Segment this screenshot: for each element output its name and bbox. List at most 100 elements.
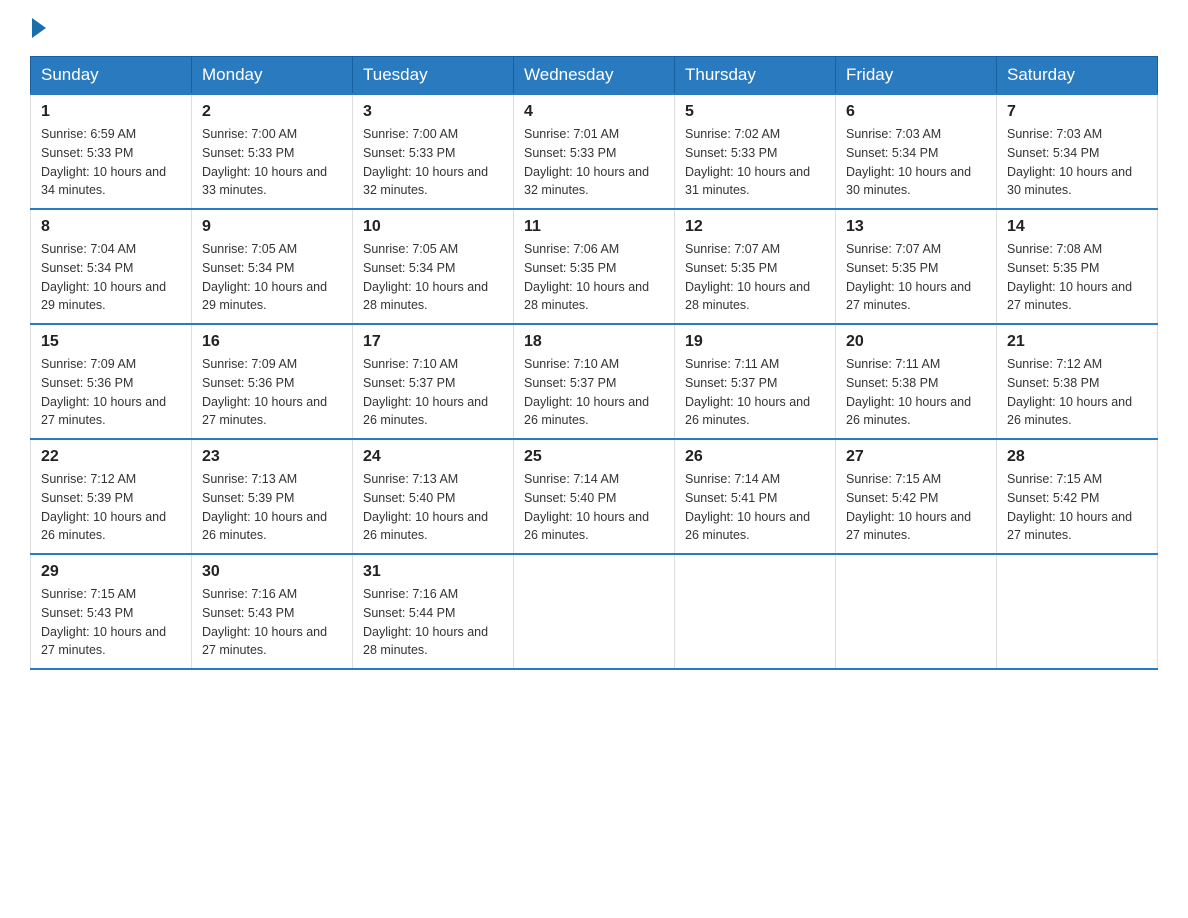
day-info: Sunrise: 7:03 AM Sunset: 5:34 PM Dayligh… (846, 125, 986, 200)
calendar-week-row: 1 Sunrise: 6:59 AM Sunset: 5:33 PM Dayli… (31, 94, 1158, 209)
day-number: 17 (363, 333, 503, 351)
calendar-day-cell: 27 Sunrise: 7:15 AM Sunset: 5:42 PM Dayl… (836, 439, 997, 554)
calendar-day-cell: 2 Sunrise: 7:00 AM Sunset: 5:33 PM Dayli… (192, 94, 353, 209)
calendar-day-cell: 12 Sunrise: 7:07 AM Sunset: 5:35 PM Dayl… (675, 209, 836, 324)
day-number: 23 (202, 448, 342, 466)
logo-triangle-icon (32, 18, 46, 38)
day-number: 3 (363, 103, 503, 121)
day-info: Sunrise: 7:05 AM Sunset: 5:34 PM Dayligh… (363, 240, 503, 315)
day-info: Sunrise: 7:01 AM Sunset: 5:33 PM Dayligh… (524, 125, 664, 200)
calendar-day-cell (836, 554, 997, 669)
calendar-day-cell: 11 Sunrise: 7:06 AM Sunset: 5:35 PM Dayl… (514, 209, 675, 324)
day-number: 6 (846, 103, 986, 121)
day-number: 29 (41, 563, 181, 581)
day-info: Sunrise: 7:15 AM Sunset: 5:42 PM Dayligh… (1007, 470, 1147, 545)
day-of-week-header: Tuesday (353, 57, 514, 95)
calendar-day-cell: 21 Sunrise: 7:12 AM Sunset: 5:38 PM Dayl… (997, 324, 1158, 439)
calendar-day-cell: 3 Sunrise: 7:00 AM Sunset: 5:33 PM Dayli… (353, 94, 514, 209)
day-number: 31 (363, 563, 503, 581)
day-of-week-header: Thursday (675, 57, 836, 95)
calendar-day-cell: 16 Sunrise: 7:09 AM Sunset: 5:36 PM Dayl… (192, 324, 353, 439)
calendar-day-cell: 13 Sunrise: 7:07 AM Sunset: 5:35 PM Dayl… (836, 209, 997, 324)
day-number: 22 (41, 448, 181, 466)
day-number: 27 (846, 448, 986, 466)
day-info: Sunrise: 7:11 AM Sunset: 5:38 PM Dayligh… (846, 355, 986, 430)
calendar-day-cell: 5 Sunrise: 7:02 AM Sunset: 5:33 PM Dayli… (675, 94, 836, 209)
day-number: 21 (1007, 333, 1147, 351)
calendar-day-cell: 30 Sunrise: 7:16 AM Sunset: 5:43 PM Dayl… (192, 554, 353, 669)
day-info: Sunrise: 7:03 AM Sunset: 5:34 PM Dayligh… (1007, 125, 1147, 200)
calendar-day-cell (675, 554, 836, 669)
calendar-day-cell: 7 Sunrise: 7:03 AM Sunset: 5:34 PM Dayli… (997, 94, 1158, 209)
day-number: 14 (1007, 218, 1147, 236)
day-number: 8 (41, 218, 181, 236)
day-info: Sunrise: 7:04 AM Sunset: 5:34 PM Dayligh… (41, 240, 181, 315)
day-info: Sunrise: 7:13 AM Sunset: 5:39 PM Dayligh… (202, 470, 342, 545)
calendar-day-cell: 18 Sunrise: 7:10 AM Sunset: 5:37 PM Dayl… (514, 324, 675, 439)
day-info: Sunrise: 7:16 AM Sunset: 5:43 PM Dayligh… (202, 585, 342, 660)
day-info: Sunrise: 7:00 AM Sunset: 5:33 PM Dayligh… (202, 125, 342, 200)
day-info: Sunrise: 7:06 AM Sunset: 5:35 PM Dayligh… (524, 240, 664, 315)
calendar-week-row: 8 Sunrise: 7:04 AM Sunset: 5:34 PM Dayli… (31, 209, 1158, 324)
day-info: Sunrise: 7:09 AM Sunset: 5:36 PM Dayligh… (41, 355, 181, 430)
day-info: Sunrise: 6:59 AM Sunset: 5:33 PM Dayligh… (41, 125, 181, 200)
day-number: 16 (202, 333, 342, 351)
calendar-day-cell: 24 Sunrise: 7:13 AM Sunset: 5:40 PM Dayl… (353, 439, 514, 554)
day-info: Sunrise: 7:15 AM Sunset: 5:43 PM Dayligh… (41, 585, 181, 660)
day-number: 12 (685, 218, 825, 236)
day-number: 5 (685, 103, 825, 121)
day-info: Sunrise: 7:09 AM Sunset: 5:36 PM Dayligh… (202, 355, 342, 430)
day-of-week-header: Friday (836, 57, 997, 95)
calendar-day-cell: 25 Sunrise: 7:14 AM Sunset: 5:40 PM Dayl… (514, 439, 675, 554)
calendar-table: SundayMondayTuesdayWednesdayThursdayFrid… (30, 56, 1158, 670)
day-info: Sunrise: 7:15 AM Sunset: 5:42 PM Dayligh… (846, 470, 986, 545)
day-info: Sunrise: 7:05 AM Sunset: 5:34 PM Dayligh… (202, 240, 342, 315)
day-of-week-header: Wednesday (514, 57, 675, 95)
day-number: 28 (1007, 448, 1147, 466)
day-info: Sunrise: 7:11 AM Sunset: 5:37 PM Dayligh… (685, 355, 825, 430)
day-number: 4 (524, 103, 664, 121)
day-info: Sunrise: 7:13 AM Sunset: 5:40 PM Dayligh… (363, 470, 503, 545)
day-number: 11 (524, 218, 664, 236)
calendar-day-cell: 29 Sunrise: 7:15 AM Sunset: 5:43 PM Dayl… (31, 554, 192, 669)
day-info: Sunrise: 7:14 AM Sunset: 5:40 PM Dayligh… (524, 470, 664, 545)
day-number: 7 (1007, 103, 1147, 121)
day-number: 24 (363, 448, 503, 466)
calendar-day-cell: 22 Sunrise: 7:12 AM Sunset: 5:39 PM Dayl… (31, 439, 192, 554)
calendar-day-cell: 4 Sunrise: 7:01 AM Sunset: 5:33 PM Dayli… (514, 94, 675, 209)
day-info: Sunrise: 7:12 AM Sunset: 5:38 PM Dayligh… (1007, 355, 1147, 430)
day-number: 25 (524, 448, 664, 466)
day-number: 18 (524, 333, 664, 351)
day-number: 2 (202, 103, 342, 121)
calendar-day-cell: 20 Sunrise: 7:11 AM Sunset: 5:38 PM Dayl… (836, 324, 997, 439)
day-info: Sunrise: 7:12 AM Sunset: 5:39 PM Dayligh… (41, 470, 181, 545)
day-info: Sunrise: 7:02 AM Sunset: 5:33 PM Dayligh… (685, 125, 825, 200)
day-number: 20 (846, 333, 986, 351)
day-info: Sunrise: 7:10 AM Sunset: 5:37 PM Dayligh… (363, 355, 503, 430)
day-info: Sunrise: 7:16 AM Sunset: 5:44 PM Dayligh… (363, 585, 503, 660)
calendar-day-cell: 28 Sunrise: 7:15 AM Sunset: 5:42 PM Dayl… (997, 439, 1158, 554)
page-header (30, 20, 1158, 38)
calendar-day-cell (997, 554, 1158, 669)
calendar-day-cell: 6 Sunrise: 7:03 AM Sunset: 5:34 PM Dayli… (836, 94, 997, 209)
calendar-day-cell: 8 Sunrise: 7:04 AM Sunset: 5:34 PM Dayli… (31, 209, 192, 324)
day-of-week-header: Monday (192, 57, 353, 95)
day-number: 1 (41, 103, 181, 121)
calendar-day-cell (514, 554, 675, 669)
day-info: Sunrise: 7:00 AM Sunset: 5:33 PM Dayligh… (363, 125, 503, 200)
day-number: 15 (41, 333, 181, 351)
day-number: 19 (685, 333, 825, 351)
calendar-day-cell: 14 Sunrise: 7:08 AM Sunset: 5:35 PM Dayl… (997, 209, 1158, 324)
calendar-week-row: 15 Sunrise: 7:09 AM Sunset: 5:36 PM Dayl… (31, 324, 1158, 439)
calendar-day-cell: 1 Sunrise: 6:59 AM Sunset: 5:33 PM Dayli… (31, 94, 192, 209)
calendar-day-cell: 23 Sunrise: 7:13 AM Sunset: 5:39 PM Dayl… (192, 439, 353, 554)
day-of-week-header: Sunday (31, 57, 192, 95)
day-of-week-header: Saturday (997, 57, 1158, 95)
calendar-week-row: 22 Sunrise: 7:12 AM Sunset: 5:39 PM Dayl… (31, 439, 1158, 554)
calendar-day-cell: 19 Sunrise: 7:11 AM Sunset: 5:37 PM Dayl… (675, 324, 836, 439)
day-number: 9 (202, 218, 342, 236)
calendar-day-cell: 31 Sunrise: 7:16 AM Sunset: 5:44 PM Dayl… (353, 554, 514, 669)
day-info: Sunrise: 7:07 AM Sunset: 5:35 PM Dayligh… (846, 240, 986, 315)
day-number: 13 (846, 218, 986, 236)
calendar-day-cell: 9 Sunrise: 7:05 AM Sunset: 5:34 PM Dayli… (192, 209, 353, 324)
